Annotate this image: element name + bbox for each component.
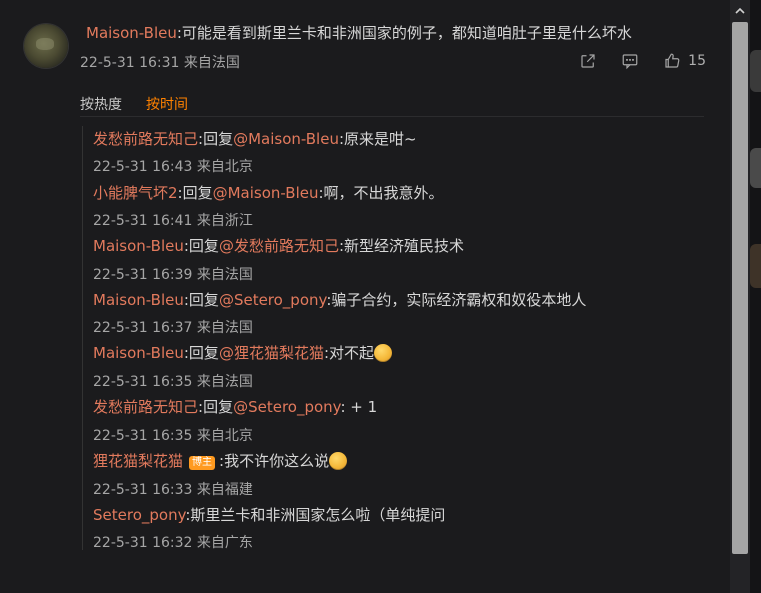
reply-username[interactable]: 狸花猫梨花猫 — [93, 452, 183, 470]
tab-sort-by-hot[interactable]: 按热度 — [80, 94, 122, 114]
comment-username[interactable]: Maison-Bleu — [86, 24, 177, 42]
reply-text-line: 小能脾气坏2:回复@Maison-Bleu:啊，不出我意外。 — [93, 182, 444, 203]
chevron-up-icon[interactable] — [730, 0, 750, 22]
side-panel-edge — [750, 0, 761, 593]
reply-mention[interactable]: @发愁前路无知己 — [219, 237, 339, 255]
reply-mention[interactable]: @Maison-Bleu — [213, 184, 319, 202]
reply-time: 22-5-31 16:41 来自浙江 — [93, 213, 253, 229]
scrollbar-thumb[interactable] — [732, 22, 748, 554]
reply-text-line: 发愁前路无知己:回复@Setero_pony: + 1 — [93, 396, 377, 417]
reply-text-line: Maison-Bleu:回复@发愁前路无知己:新型经济殖民技术 — [93, 235, 464, 256]
reply-text-line: Maison-Bleu:回复@Setero_pony:骗子合约，实际经济霸权和奴… — [93, 289, 586, 310]
reply-text: :对不起 — [323, 344, 375, 362]
reply-username[interactable]: Maison-Bleu — [93, 291, 184, 309]
share-icon[interactable] — [578, 51, 598, 71]
reply-time: 22-5-31 16:35 来自北京 — [93, 428, 253, 444]
author-badge: 博主 — [189, 456, 216, 470]
reply-text-line: 发愁前路无知己:回复@Maison-Bleu:原来是咁~ — [93, 128, 417, 149]
crying-emoji-icon — [329, 452, 348, 470]
reply-username[interactable]: 发愁前路无知己 — [93, 398, 198, 416]
reply-username[interactable]: Setero_pony — [93, 506, 185, 524]
reply-time: 22-5-31 16:35 来自法国 — [93, 374, 253, 390]
comment-icon[interactable] — [620, 51, 640, 71]
tab-sort-by-time[interactable]: 按时间 — [146, 94, 188, 114]
comment-text: :可能是看到斯里兰卡和非洲国家的例子，都知道咱肚子里是什么坏水 — [176, 24, 632, 42]
reply-word: :回复 — [177, 184, 213, 202]
reply-username[interactable]: 小能脾气坏2 — [93, 184, 178, 202]
sort-tabs: 按热度 按时间 — [80, 94, 188, 114]
reply-time: 22-5-31 16:39 来自法国 — [93, 267, 253, 283]
reply-list: 发愁前路无知己:回复@Maison-Bleu:原来是咁~ 22-5-31 16:… — [82, 126, 723, 551]
reply-word: :回复 — [183, 344, 219, 362]
comment-meta: 22-5-31 16:31 来自法国 — [80, 55, 240, 71]
reply-text: :新型经济殖民技术 — [338, 237, 465, 255]
reply-time: 22-5-31 16:32 来自广东 — [93, 535, 253, 551]
crying-laughing-emoji-icon — [374, 344, 393, 362]
reply-text-line: Setero_pony:斯里兰卡和非洲国家怎么啦（单纯提问 — [93, 504, 445, 525]
reply-text: : + 1 — [340, 398, 378, 416]
reply-time: 22-5-31 16:43 来自北京 — [93, 159, 253, 175]
reply-username[interactable]: 发愁前路无知己 — [93, 130, 198, 148]
reply-time: 22-5-31 16:33 来自福建 — [93, 482, 253, 498]
thumbs-up-icon — [662, 51, 682, 71]
like-button[interactable]: 15 — [662, 51, 706, 71]
comment-text-line: Maison-Bleu:可能是看到斯里兰卡和非洲国家的例子，都知道咱肚子里是什么… — [86, 22, 632, 43]
reply-text: :啊，不出我意外。 — [318, 184, 444, 202]
reply-mention[interactable]: @Maison-Bleu — [233, 130, 339, 148]
reply-word: :回复 — [183, 291, 219, 309]
reply-text: :原来是咁~ — [338, 130, 417, 148]
reply-word: :回复 — [198, 130, 234, 148]
comment-actions: 15 — [578, 51, 706, 71]
reply-text-line: 狸花猫梨花猫 博主:我不许你这么说 — [93, 450, 348, 471]
reply-mention[interactable]: @狸花猫梨花猫 — [219, 344, 324, 362]
reply-text: :我不许你这么说 — [219, 452, 330, 470]
reply-mention[interactable]: @Setero_pony — [233, 398, 340, 416]
reply-time: 22-5-31 16:37 来自法国 — [93, 320, 253, 336]
divider — [80, 116, 704, 117]
reply-text: :骗子合约，实际经济霸权和奴役本地人 — [326, 291, 587, 309]
reply-text: :斯里兰卡和非洲国家怎么啦（单纯提问 — [185, 506, 446, 524]
reply-username[interactable]: Maison-Bleu — [93, 344, 184, 362]
comment-panel: Maison-Bleu:可能是看到斯里兰卡和非洲国家的例子，都知道咱肚子里是什么… — [0, 0, 730, 593]
reply-text-line: Maison-Bleu:回复@狸花猫梨花猫:对不起 — [93, 342, 393, 363]
reply-word: :回复 — [198, 398, 234, 416]
avatar[interactable] — [24, 24, 68, 68]
like-count: 15 — [688, 53, 706, 69]
reply-word: :回复 — [183, 237, 219, 255]
reply-username[interactable]: Maison-Bleu — [93, 237, 184, 255]
reply-mention[interactable]: @Setero_pony — [219, 291, 326, 309]
